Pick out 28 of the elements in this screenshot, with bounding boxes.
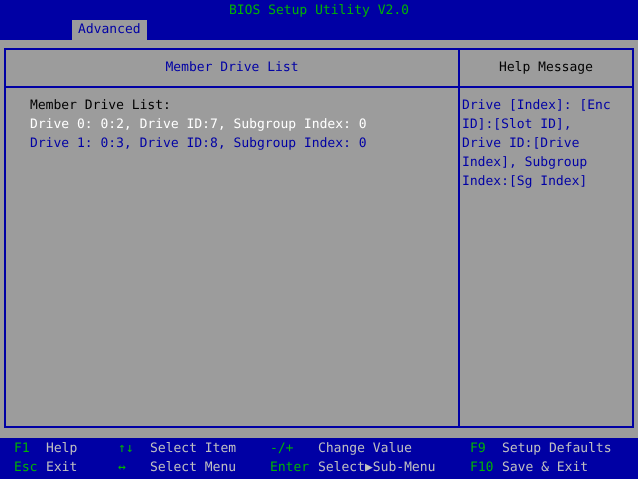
key-label: Enter [270, 459, 310, 477]
help-text: Index:[Sg Index] [462, 173, 588, 191]
key-label: ↔ [118, 459, 127, 477]
key-label: ↑↓ [118, 440, 135, 458]
key-label: F1 [14, 440, 31, 458]
help-heading: Help Message [499, 59, 593, 78]
key-action: Select Item [150, 440, 236, 458]
key-action: Save & Exit [502, 459, 588, 477]
key-action: Setup Defaults [502, 440, 612, 458]
drive-item[interactable]: Drive 1: 0:3, Drive ID:8, Subgroup Index: 0 [30, 134, 367, 153]
help-text: Drive [Index]: [Enc [462, 97, 611, 115]
key-label: Esc [14, 459, 38, 477]
help-text: Index], Subgroup [462, 154, 588, 172]
window-title: BIOS Setup Utility V2.0 [228, 2, 409, 20]
key-action: Change Value [318, 440, 412, 458]
key-action: Select▶Sub-Menu [318, 459, 436, 477]
panel-heading: Member Drive List [165, 59, 299, 78]
key-action: Exit [46, 459, 78, 477]
key-action: Help [46, 440, 78, 458]
key-action: Select Menu [150, 459, 236, 477]
help-text: Drive ID:[Drive [462, 135, 580, 153]
list-label: Member Drive List: [30, 97, 171, 115]
help-text: ID]:[Slot ID], [462, 116, 572, 134]
menu-tab[interactable]: Advanced [72, 20, 147, 40]
key-label: -/+ [270, 440, 294, 458]
key-label: F9 [470, 440, 487, 458]
drive-item[interactable]: Drive 0: 0:2, Drive ID:7, Subgroup Index: 0 [30, 115, 367, 134]
key-label: F10 [470, 459, 494, 477]
